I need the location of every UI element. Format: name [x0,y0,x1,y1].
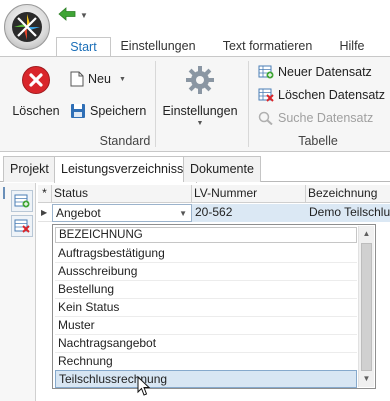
group-separator [248,61,249,147]
lv-nummer-cell[interactable]: 20-562 [192,204,306,222]
new-document-icon [70,71,84,87]
tab-leistungsverzeichnisse[interactable]: Leistungsverzeichnisse [54,156,198,183]
new-label: Neu [88,72,111,86]
list-item[interactable]: Ausschreibung [55,263,357,281]
new-record-button[interactable]: Neuer Datensatz [258,65,372,79]
settings-button[interactable]: Einstellungen ▼ [160,65,240,127]
tab-einstellungen[interactable]: Einstellungen [115,37,201,58]
tab-start[interactable]: Start [56,37,111,58]
dropdown-column-header: BEZEICHNUNG [55,227,357,243]
delete-label: Löschen [12,104,60,118]
list-item-highlighted[interactable]: Teilschlussrechnung [55,370,357,388]
list-item[interactable]: Muster [55,317,357,335]
gear-icon [186,66,214,94]
ribbon-tabs: Start Einstellungen Text formatieren Hil… [0,34,390,58]
bezeichnung-cell[interactable]: Demo Teilschluss [306,204,390,222]
chevron-down-icon[interactable]: ▼ [179,205,187,221]
list-item[interactable]: Auftragsbestätigung [55,245,357,263]
settings-label: Einstellungen [162,104,238,118]
scroll-up-icon[interactable]: ▲ [359,227,374,241]
search-record-button[interactable]: Suche Datensatz [258,111,373,125]
list-item[interactable]: Rechnung [55,353,357,371]
table-add-icon [14,194,30,208]
new-dropdown-icon: ▼ [118,75,126,83]
record-tool-strip [0,183,36,401]
document-tabs: Projekt Leistungsverzeichnisse Dokumente [0,156,390,183]
list-item[interactable]: Bestellung [55,281,357,299]
group-label-standard: Standard [99,134,151,148]
tab-dokumente[interactable]: Dokumente [183,156,261,182]
column-header-lv-nummer[interactable]: LV-Nummer [192,185,306,203]
new-button[interactable]: Neu ▼ [70,71,126,87]
tab-projekt[interactable]: Projekt [3,156,56,182]
scroll-down-icon[interactable]: ▼ [359,372,374,386]
back-arrow-icon[interactable] [58,7,76,24]
new-row-marker: * [38,185,52,203]
mouse-cursor-icon [137,375,151,401]
column-header-status[interactable]: Status [52,185,192,203]
new-record-label: Neuer Datensatz [278,65,372,79]
table-delete-icon [14,219,30,233]
scroll-thumb[interactable] [361,243,372,371]
add-row-button[interactable] [11,190,33,212]
search-record-label: Suche Datensatz [278,111,374,125]
tab-hilfe[interactable]: Hilfe [334,37,370,58]
status-dropdown-list: BEZEICHNUNG Auftragsbestätigung Ausschre… [52,224,376,389]
status-value: Angebot [56,206,101,220]
row-indicator-icon: ▶ [41,208,48,217]
grid-header: * Status LV-Nummer Bezeichnung [38,185,390,203]
list-item[interactable]: Kein Status [55,299,357,317]
ribbon: Löschen Neu ▼ Speichern Standard Einstel… [0,56,390,152]
save-label: Speichern [90,104,147,118]
quick-access-toolbar: ▼ [58,7,88,24]
delete-record-label: Löschen Datensatz [278,88,386,102]
strip-grip [3,187,5,199]
group-separator [155,61,156,147]
table-row[interactable]: ▶ Angebot ▼ 20-562 Demo Teilschluss [38,204,390,222]
status-combobox[interactable]: Angebot ▼ [52,204,192,222]
group-label-tabelle: Tabelle [298,134,338,148]
column-header-bezeichnung[interactable]: Bezeichnung [306,185,390,203]
dropdown-scrollbar[interactable]: ▲ ▼ [358,226,374,387]
save-button[interactable]: Speichern [70,103,146,119]
list-item[interactable]: Nachtragsangebot [55,335,357,353]
table-add-icon [258,65,274,79]
delete-icon [22,66,50,94]
table-delete-icon [258,88,274,102]
delete-button[interactable]: Löschen [8,65,64,118]
save-disk-icon [71,104,85,118]
delete-row-button[interactable] [11,215,33,237]
tab-text-formatieren[interactable]: Text formatieren [215,37,320,58]
search-icon [258,111,273,125]
qat-dropdown-icon[interactable]: ▼ [80,11,88,20]
settings-dropdown-icon: ▼ [196,120,204,127]
delete-record-button[interactable]: Löschen Datensatz [258,88,385,102]
